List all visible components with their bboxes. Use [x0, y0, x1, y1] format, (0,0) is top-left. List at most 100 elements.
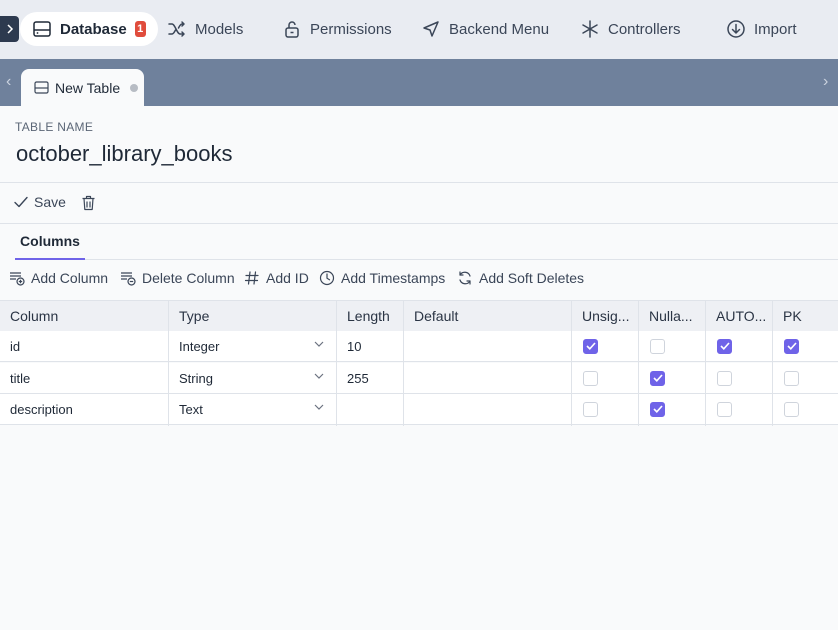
nav-item-backend-menu[interactable]: Backend Menu: [409, 12, 561, 46]
grid-header-row: Column Type Length Default Unsig... Null…: [0, 300, 838, 331]
tab-columns[interactable]: Columns: [15, 233, 85, 249]
column-header[interactable]: AUTO...: [706, 301, 772, 331]
nav-item-label: Import: [754, 20, 797, 38]
column-divider[interactable]: [705, 300, 706, 426]
chevron-down-icon: [314, 373, 324, 379]
scroll-right-icon[interactable]: ›: [823, 73, 828, 91]
nullable-checkbox[interactable]: [639, 331, 665, 361]
divider: [0, 223, 838, 224]
column-header[interactable]: Length: [337, 301, 403, 331]
column-name-cell[interactable]: id: [0, 331, 168, 361]
column-header[interactable]: Default: [404, 301, 571, 331]
type-value: Text: [179, 401, 203, 417]
default-cell[interactable]: [404, 331, 571, 361]
add-soft-deletes-button[interactable]: Add Soft Deletes: [457, 270, 584, 286]
column-divider[interactable]: [168, 300, 169, 426]
hash-icon: [244, 271, 259, 285]
default-cell[interactable]: [404, 394, 571, 424]
nullable-checkbox[interactable]: [639, 363, 665, 393]
top-navigation: Database 1 Models Permissions Backend Me…: [0, 0, 838, 59]
document-tab-bar: ‹ New Table ›: [0, 59, 838, 106]
add-column-button[interactable]: Add Column: [9, 270, 108, 286]
auto-increment-checkbox[interactable]: [706, 331, 732, 361]
column-name-cell[interactable]: description: [0, 394, 168, 424]
divider: [85, 259, 838, 260]
column-header[interactable]: Unsig...: [572, 301, 638, 331]
column-name-cell[interactable]: title: [0, 363, 168, 393]
refresh-icon: [459, 271, 471, 285]
database-icon: [33, 21, 51, 37]
add-row-icon: [10, 272, 25, 286]
save-label: Save: [34, 194, 66, 210]
nav-item-label: Models: [195, 20, 244, 38]
save-button[interactable]: Save: [14, 194, 66, 210]
divider: [0, 182, 838, 183]
table-row: id Integer 10: [0, 331, 838, 362]
nav-item-controllers[interactable]: Controllers: [568, 12, 693, 46]
length-cell[interactable]: 255: [337, 363, 403, 393]
length-cell[interactable]: 10: [337, 331, 403, 361]
unsigned-checkbox[interactable]: [572, 363, 598, 393]
delete-table-button[interactable]: [81, 195, 96, 216]
add-timestamps-button[interactable]: Add Timestamps: [319, 270, 445, 286]
table-icon: [34, 81, 49, 94]
chevron-down-icon: [314, 341, 324, 347]
type-value: String: [179, 370, 213, 386]
lock-icon: [285, 21, 299, 38]
check-icon: [652, 374, 663, 382]
chevron-right-icon: [6, 24, 13, 34]
column-header[interactable]: Type: [169, 301, 336, 331]
action-label: Delete Column: [142, 270, 235, 286]
check-icon: [585, 342, 596, 350]
action-label: Add Timestamps: [341, 270, 446, 286]
nav-item-database[interactable]: Database 1: [20, 12, 158, 46]
action-label: Add Column: [31, 270, 109, 286]
column-header[interactable]: Column: [0, 301, 168, 331]
table-name-input[interactable]: october_library_books: [16, 141, 232, 167]
trash-icon: [82, 195, 95, 211]
active-tab-indicator: [15, 258, 85, 260]
nav-item-permissions[interactable]: Permissions: [270, 12, 404, 46]
column-header[interactable]: PK: [773, 301, 838, 331]
chevron-down-icon: [314, 404, 324, 410]
column-divider[interactable]: [772, 300, 773, 426]
navigation-icon: [423, 21, 439, 37]
column-divider[interactable]: [638, 300, 639, 426]
check-icon: [652, 405, 663, 413]
column-header[interactable]: Nulla...: [639, 301, 705, 331]
column-divider[interactable]: [403, 300, 404, 426]
length-cell[interactable]: [337, 394, 403, 424]
primary-key-checkbox[interactable]: [773, 363, 799, 393]
auto-increment-checkbox[interactable]: [706, 363, 732, 393]
type-select[interactable]: Integer: [169, 331, 336, 361]
sidebar-toggle-button[interactable]: [0, 16, 19, 42]
table-row: title String 255: [0, 363, 838, 394]
type-select[interactable]: Text: [169, 394, 336, 424]
download-circle-icon: [727, 20, 745, 38]
table-row: description Text: [0, 394, 838, 425]
delete-column-button[interactable]: Delete Column: [120, 270, 235, 286]
nav-item-models[interactable]: Models: [155, 12, 255, 46]
column-divider[interactable]: [571, 300, 572, 426]
unsaved-indicator: [130, 83, 139, 92]
check-icon: [786, 342, 797, 350]
scroll-left-icon[interactable]: ‹: [6, 73, 11, 91]
nav-item-label: Database: [60, 20, 127, 38]
nav-item-import[interactable]: Import: [714, 12, 809, 46]
nullable-checkbox[interactable]: [639, 394, 665, 424]
primary-key-checkbox[interactable]: [773, 394, 799, 424]
column-divider[interactable]: [336, 300, 337, 426]
unsigned-checkbox[interactable]: [572, 331, 598, 361]
table-name-label: TABLE NAME: [15, 120, 94, 134]
delete-row-icon: [121, 272, 136, 286]
add-id-button[interactable]: Add ID: [244, 270, 309, 286]
unsigned-checkbox[interactable]: [572, 394, 598, 424]
type-select[interactable]: String: [169, 363, 336, 393]
shuffle-icon: [168, 21, 185, 37]
tab-new-table[interactable]: New Table: [21, 69, 144, 106]
action-label: Add Soft Deletes: [479, 270, 585, 286]
auto-increment-checkbox[interactable]: [706, 394, 732, 424]
default-cell[interactable]: [404, 363, 571, 393]
primary-key-checkbox[interactable]: [773, 331, 799, 361]
check-icon: [14, 196, 28, 208]
